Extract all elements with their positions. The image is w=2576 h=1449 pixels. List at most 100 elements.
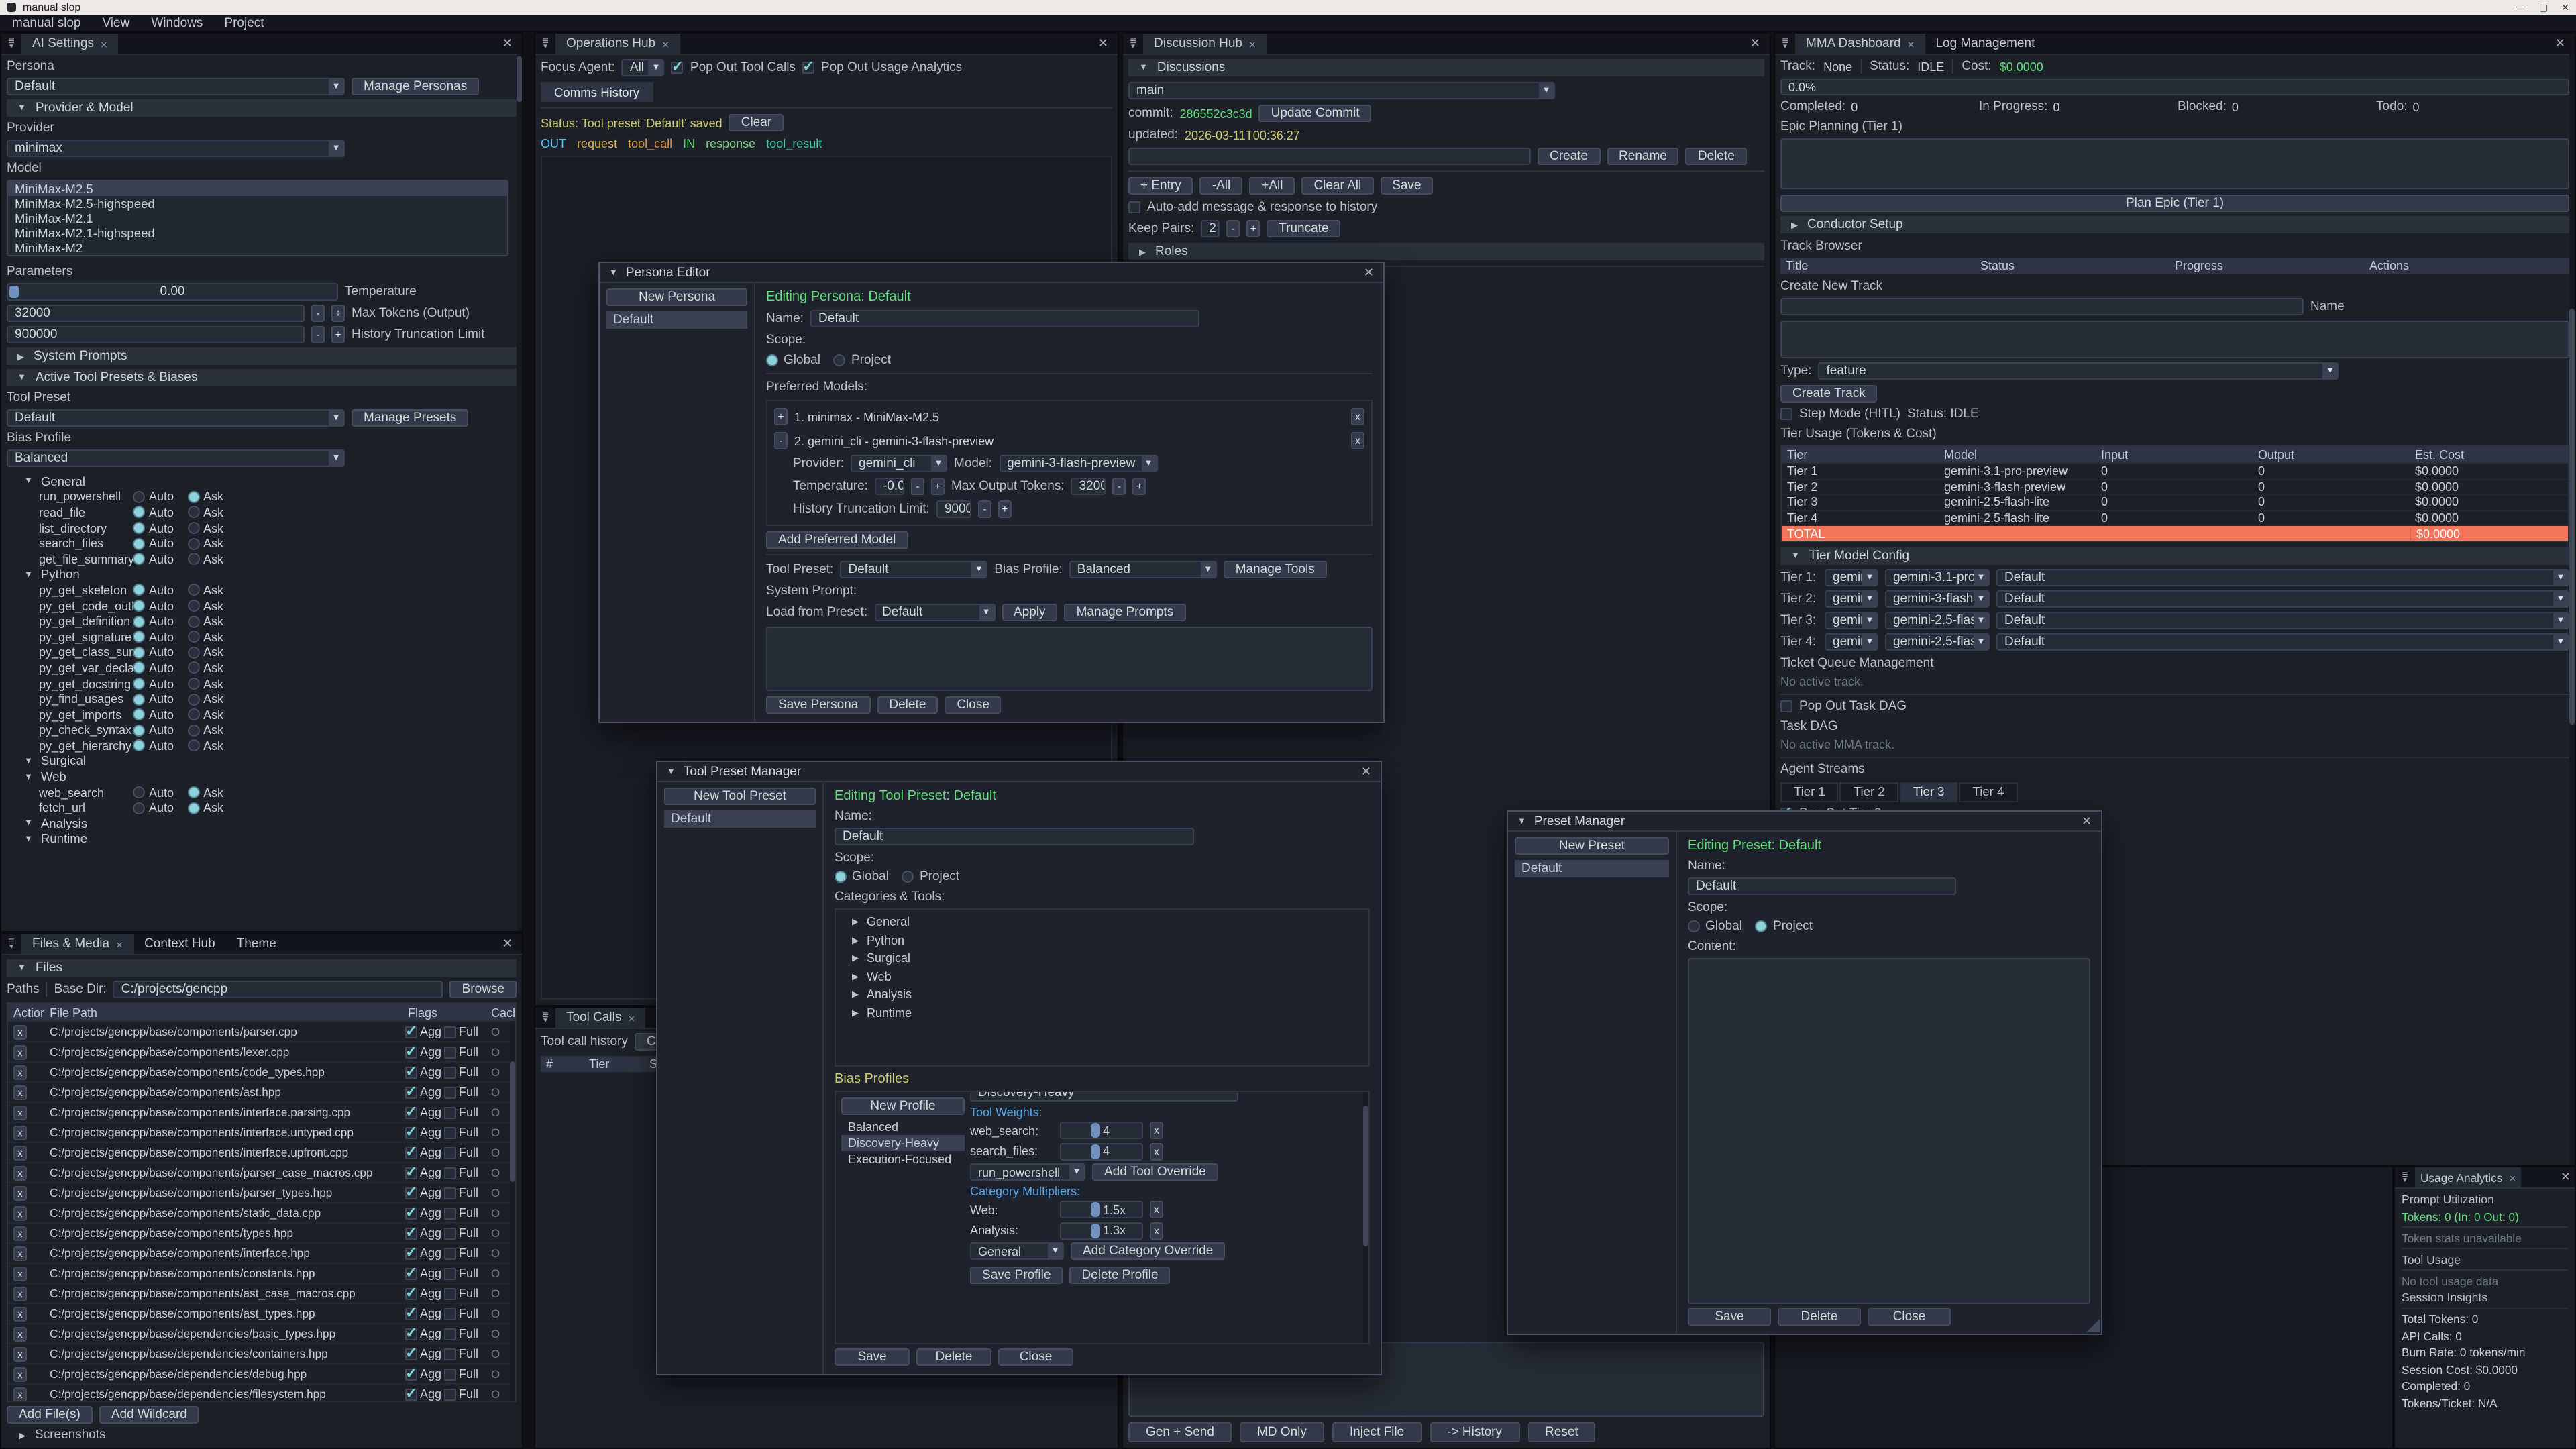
rename-button[interactable]: Rename — [1607, 148, 1679, 165]
weight-slider[interactable]: 4 — [1060, 1142, 1143, 1160]
screenshots-section[interactable]: ▶ Screenshots — [7, 1428, 517, 1442]
close-button[interactable]: Close — [945, 696, 1002, 714]
category-row[interactable]: ▶ Web — [841, 969, 1363, 983]
decrement-button[interactable]: - — [311, 305, 325, 322]
save-persona-button[interactable]: Save Persona — [766, 696, 870, 714]
file-row[interactable]: x C:/projects/gencpp/base/components/ast… — [8, 1081, 515, 1102]
panel-menu-icon[interactable]: ≡▼ — [1, 934, 21, 954]
truncate-button[interactable]: Truncate — [1267, 220, 1340, 237]
minimize-icon[interactable]: — — [2516, 2, 2526, 13]
scrollbar[interactable] — [2569, 54, 2575, 1165]
bias-profile-select[interactable]: Balanced▼ — [7, 449, 345, 467]
decrement-button[interactable]: - — [978, 500, 991, 518]
tool-row[interactable]: ▼ py_get_skeleton Auto Ask — [7, 582, 517, 598]
provider-select[interactable]: minimax▼ — [7, 140, 345, 157]
file-row[interactable]: x C:/projects/gencpp/base/components/con… — [8, 1263, 515, 1283]
auto-radio[interactable] — [133, 708, 145, 720]
preset-manager-titlebar[interactable]: ▼ Preset Manager ✕ — [1508, 812, 2101, 832]
ask-radio[interactable] — [187, 615, 199, 627]
ask-radio[interactable] — [187, 600, 199, 612]
increment-button[interactable]: + — [931, 478, 945, 495]
tool-row[interactable]: ▼ py_get_signature Auto Ask — [7, 629, 517, 645]
agg-checkbox[interactable] — [405, 1227, 417, 1239]
remove-file-button[interactable]: x — [13, 1044, 27, 1059]
remove-model-button[interactable]: x — [1351, 432, 1364, 449]
entry-button[interactable]: Save — [1380, 177, 1433, 195]
add-category-override-button[interactable]: Add Category Override — [1071, 1242, 1225, 1260]
remove-file-button[interactable]: x — [13, 1326, 27, 1341]
file-row[interactable]: x C:/projects/gencpp/base/components/sta… — [8, 1202, 515, 1222]
close-icon[interactable]: ✕ — [1361, 764, 1371, 779]
agg-checkbox[interactable] — [405, 1287, 417, 1299]
discussion-name-input[interactable] — [1128, 148, 1531, 165]
tier-model-select[interactable]: gemini-3.1-pro-preview▼ — [1885, 569, 1990, 586]
ask-radio[interactable] — [187, 584, 199, 596]
auto-radio[interactable] — [133, 537, 145, 549]
tab-context-hub[interactable]: Context Hub — [133, 934, 226, 954]
remove-file-button[interactable]: x — [13, 1205, 27, 1220]
tool-preset-select[interactable]: Default▼ — [840, 561, 987, 578]
clear-button[interactable]: Clear — [729, 114, 784, 131]
entry-button[interactable]: Clear All — [1301, 177, 1373, 195]
tab-mma-dashboard[interactable]: MMA Dashboard × — [1795, 34, 1925, 54]
tool-row[interactable]: ▼ py_get_imports Auto Ask — [7, 707, 517, 722]
file-row[interactable]: x C:/projects/gencpp/base/components/cod… — [8, 1061, 515, 1081]
agg-checkbox[interactable] — [405, 1046, 417, 1058]
category-row[interactable]: ▶ General — [841, 915, 1363, 928]
tier-provider-select[interactable]: gemini▼ — [1825, 633, 1878, 651]
ask-radio[interactable] — [187, 491, 199, 503]
remove-file-button[interactable]: x — [13, 1306, 27, 1321]
compose-button[interactable]: -> History — [1430, 1422, 1519, 1442]
remove-file-button[interactable]: x — [13, 1125, 27, 1140]
agg-checkbox[interactable] — [405, 1207, 417, 1219]
bias-profile-select[interactable]: Balanced▼ — [1069, 561, 1217, 578]
remove-file-button[interactable]: x — [13, 1266, 27, 1281]
remove-weight-button[interactable]: x — [1150, 1122, 1163, 1139]
auto-radio[interactable] — [133, 802, 145, 814]
ask-radio[interactable] — [187, 708, 199, 720]
multiplier-slider[interactable]: 1.5x — [1060, 1201, 1143, 1218]
file-row[interactable]: x C:/projects/gencpp/base/components/par… — [8, 1162, 515, 1182]
tool-row[interactable]: ▼ fetch_url Auto Ask — [7, 800, 517, 816]
tier-provider-select[interactable]: gemini▼ — [1825, 612, 1878, 629]
ask-radio[interactable] — [187, 724, 199, 737]
full-checkbox[interactable] — [444, 1126, 456, 1138]
auto-radio[interactable] — [133, 693, 145, 705]
save-button[interactable]: Save — [1688, 1308, 1771, 1326]
remove-weight-button[interactable]: x — [1150, 1142, 1163, 1160]
new-profile-button[interactable]: New Profile — [841, 1097, 965, 1115]
tool-row[interactable]: ▼ Runtime Auto Ask — [7, 831, 517, 847]
file-row[interactable]: x C:/projects/gencpp/base/dependencies/f… — [8, 1383, 515, 1402]
popout-usage-checkbox[interactable] — [802, 62, 814, 74]
full-checkbox[interactable] — [444, 1207, 456, 1219]
tool-row[interactable]: ▼ py_get_code_outline Auto Ask — [7, 598, 517, 614]
ask-radio[interactable] — [187, 537, 199, 549]
tool-row[interactable]: ▼ Python Auto Ask — [7, 567, 517, 582]
scrollbar[interactable] — [1363, 1092, 1368, 1342]
remove-file-button[interactable]: x — [13, 1145, 27, 1160]
remove-multiplier-button[interactable]: x — [1150, 1201, 1163, 1218]
auto-radio[interactable] — [133, 506, 145, 519]
tier-model-select[interactable]: gemini-2.5-flash-lite▼ — [1885, 612, 1990, 629]
tool-row[interactable]: ▼ web_search Auto Ask — [7, 785, 517, 800]
auto-radio[interactable] — [133, 631, 145, 643]
manage-prompts-button[interactable]: Manage Prompts — [1065, 604, 1186, 621]
new-persona-button[interactable]: New Persona — [606, 288, 747, 306]
panel-close-icon[interactable]: ✕ — [493, 34, 522, 54]
close-icon[interactable]: ✕ — [2561, 2, 2569, 13]
ask-radio[interactable] — [187, 740, 199, 752]
full-checkbox[interactable] — [444, 1247, 456, 1259]
panel-close-icon[interactable]: ✕ — [493, 934, 522, 954]
decrement-button[interactable]: - — [1226, 220, 1240, 237]
history-truncation-input[interactable]: 900000 — [936, 500, 971, 518]
system-prompts-section[interactable]: ▶ System Prompts — [7, 347, 517, 365]
save-profile-button[interactable]: Save Profile — [970, 1266, 1063, 1283]
close-icon[interactable]: ✕ — [2082, 814, 2092, 828]
decrement-button[interactable]: - — [1113, 478, 1126, 495]
model-option[interactable]: MiniMax-M2.1 — [8, 211, 507, 225]
agg-checkbox[interactable] — [405, 1368, 417, 1380]
decrement-button[interactable]: - — [311, 326, 325, 343]
full-checkbox[interactable] — [444, 1388, 456, 1400]
file-row[interactable]: x C:/projects/gencpp/base/components/int… — [8, 1102, 515, 1122]
file-row[interactable]: x C:/projects/gencpp/base/dependencies/b… — [8, 1323, 515, 1343]
